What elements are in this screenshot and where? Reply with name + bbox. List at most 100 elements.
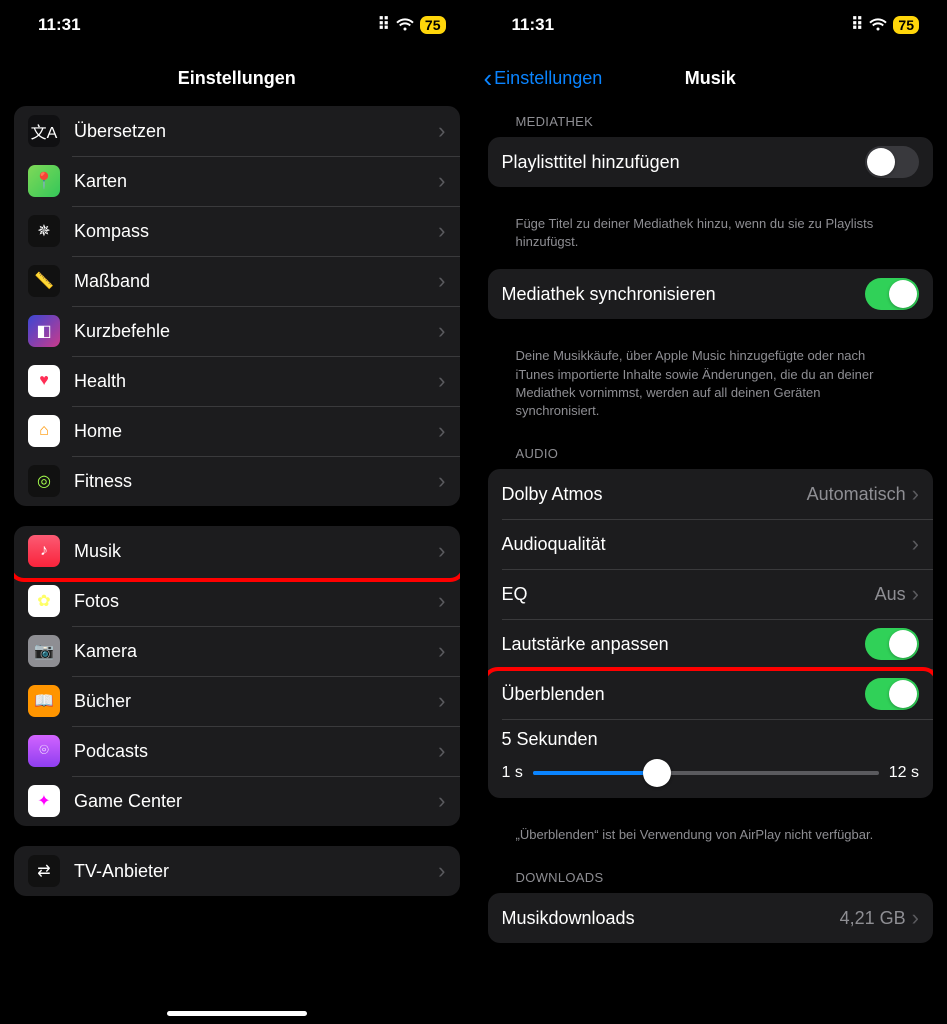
toggle-playlist-add[interactable] xyxy=(865,146,919,178)
chevron-right-icon: › xyxy=(438,418,445,444)
music-icon: ♪ xyxy=(28,535,60,567)
wifi-icon xyxy=(396,18,414,32)
row-sync-library[interactable]: Mediathek synchronisieren xyxy=(488,269,934,319)
nav-bar: Einstellungen xyxy=(0,50,474,106)
row-label: Musik xyxy=(74,541,438,562)
row-audio-quality[interactable]: Audioqualität › xyxy=(488,519,934,569)
row-value: Automatisch xyxy=(807,484,906,505)
row-label: Health xyxy=(74,371,438,392)
music-content[interactable]: Mediathek Playlisttitel hinzufügen Füge … xyxy=(474,106,947,1003)
camera-icon: 📷 xyxy=(28,635,60,667)
chevron-right-icon: › xyxy=(438,118,445,144)
settings-row-shortcuts[interactable]: ◧Kurzbefehle› xyxy=(14,306,460,356)
row-label: Fitness xyxy=(74,471,438,492)
group-playlist: Playlisttitel hinzufügen xyxy=(488,137,934,187)
books-icon: 📖 xyxy=(28,685,60,717)
group-downloads: Musikdownloads 4,21 GB › xyxy=(488,893,934,943)
page-title: Einstellungen xyxy=(178,68,296,89)
row-label: Musikdownloads xyxy=(502,908,840,929)
settings-row-books[interactable]: 📖Bücher› xyxy=(14,676,460,726)
toggle-volume-adjust[interactable] xyxy=(865,628,919,660)
cellular-icon: ⠿ xyxy=(377,15,389,35)
maps-icon: 📍 xyxy=(28,165,60,197)
crossfade-value: 5 Sekunden xyxy=(502,729,920,750)
settings-row-compass[interactable]: ✵Kompass› xyxy=(14,206,460,256)
row-dolby-atmos[interactable]: Dolby Atmos Automatisch › xyxy=(488,469,934,519)
status-bar: 11:31 ⠿ 75 xyxy=(0,0,474,50)
row-label: Podcasts xyxy=(74,741,438,762)
row-value: 4,21 GB xyxy=(840,908,906,929)
row-label: Kompass xyxy=(74,221,438,242)
row-eq[interactable]: EQ Aus › xyxy=(488,569,934,619)
row-crossfade[interactable]: Überblenden xyxy=(488,669,934,719)
section-header-audio: Audio xyxy=(488,438,934,469)
settings-group-2: ♪Musik›✿Fotos›📷Kamera›📖Bücher›⌾Podcasts›… xyxy=(14,526,460,826)
crossfade-slider[interactable] xyxy=(533,771,879,775)
row-label: Home xyxy=(74,421,438,442)
cellular-icon: ⠿ xyxy=(851,15,863,35)
chevron-right-icon: › xyxy=(438,538,445,564)
settings-row-photos[interactable]: ✿Fotos› xyxy=(14,576,460,626)
row-volume-adjust[interactable]: Lautstärke anpassen xyxy=(488,619,934,669)
settings-group-3: ⇄TV-Anbieter› xyxy=(14,846,460,896)
battery-level: 75 xyxy=(420,16,446,34)
settings-row-tv[interactable]: ⇄TV-Anbieter› xyxy=(14,846,460,896)
toggle-crossfade[interactable] xyxy=(865,678,919,710)
row-value: Aus xyxy=(875,584,906,605)
settings-row-measure[interactable]: 📏Maßband› xyxy=(14,256,460,306)
group-sync: Mediathek synchronisieren xyxy=(488,269,934,319)
settings-screen: 11:31 ⠿ 75 Einstellungen 文AÜbersetzen› 📍 K… xyxy=(0,0,474,1024)
home-indicator[interactable] xyxy=(167,1011,307,1016)
chevron-right-icon: › xyxy=(438,218,445,244)
photos-icon: ✿ xyxy=(28,585,60,617)
chevron-right-icon: › xyxy=(438,688,445,714)
home-icon: ⌂ xyxy=(28,415,60,447)
chevron-right-icon: › xyxy=(438,318,445,344)
chevron-right-icon: › xyxy=(438,738,445,764)
settings-row-translate[interactable]: 文AÜbersetzen› xyxy=(14,106,460,156)
row-label: Kamera xyxy=(74,641,438,662)
row-label: Lautstärke anpassen xyxy=(502,634,866,655)
podcasts-icon: ⌾ xyxy=(28,735,60,767)
settings-row-home[interactable]: ⌂ Home› xyxy=(14,406,460,456)
status-bar: 11:31 ⠿ 75 xyxy=(474,0,947,50)
chevron-right-icon: › xyxy=(438,468,445,494)
section-header-downloads: Downloads xyxy=(488,862,934,893)
battery-level: 75 xyxy=(893,16,919,34)
chevron-right-icon: › xyxy=(438,268,445,294)
settings-row-music[interactable]: ♪ Musik› xyxy=(14,526,460,576)
section-header-mediathek: Mediathek xyxy=(488,106,934,137)
settings-row-maps[interactable]: 📍 Karten› xyxy=(14,156,460,206)
row-label: Karten xyxy=(74,171,438,192)
shortcuts-icon: ◧ xyxy=(28,315,60,347)
row-label: Mediathek synchronisieren xyxy=(502,284,866,305)
settings-group-1: 文AÜbersetzen›📍Karten›✵Kompass›📏Maßband›◧… xyxy=(14,106,460,506)
settings-row-gamecenter[interactable]: ✦Game Center› xyxy=(14,776,460,826)
chevron-right-icon: › xyxy=(438,168,445,194)
row-playlist-add[interactable]: Playlisttitel hinzufügen xyxy=(488,137,934,187)
row-label: Überblenden xyxy=(502,684,866,705)
settings-row-camera[interactable]: 📷 Kamera› xyxy=(14,626,460,676)
footer-sync: Deine Musikkäufe, über Apple Music hinzu… xyxy=(488,339,934,438)
settings-row-fitness[interactable]: ◎Fitness› xyxy=(14,456,460,506)
measure-icon: 📏 xyxy=(28,265,60,297)
footer-playlist: Füge Titel zu deiner Mediathek hinzu, we… xyxy=(488,207,934,269)
slider-min: 1 s xyxy=(502,764,523,782)
settings-content[interactable]: 文AÜbersetzen›📍Karten›✵Kompass›📏Maßband›◧… xyxy=(0,106,474,956)
row-label: Game Center xyxy=(74,791,438,812)
settings-row-podcasts[interactable]: ⌾ Podcasts› xyxy=(14,726,460,776)
back-button[interactable]: ‹ Einstellungen xyxy=(484,63,603,94)
page-title: Musik xyxy=(685,68,736,89)
chevron-right-icon: › xyxy=(438,638,445,664)
gamecenter-icon: ✦ xyxy=(28,785,60,817)
chevron-right-icon: › xyxy=(438,588,445,614)
row-music-downloads[interactable]: Musikdownloads 4,21 GB › xyxy=(488,893,934,943)
toggle-sync-library[interactable] xyxy=(865,278,919,310)
status-icons: ⠿ 75 xyxy=(851,15,919,35)
status-time: 11:31 xyxy=(38,15,81,35)
chevron-right-icon: › xyxy=(912,905,919,931)
settings-row-health[interactable]: ♥Health› xyxy=(14,356,460,406)
row-label: Audioqualität xyxy=(502,534,912,555)
tv-icon: ⇄ xyxy=(28,855,60,887)
wifi-icon xyxy=(869,18,887,32)
